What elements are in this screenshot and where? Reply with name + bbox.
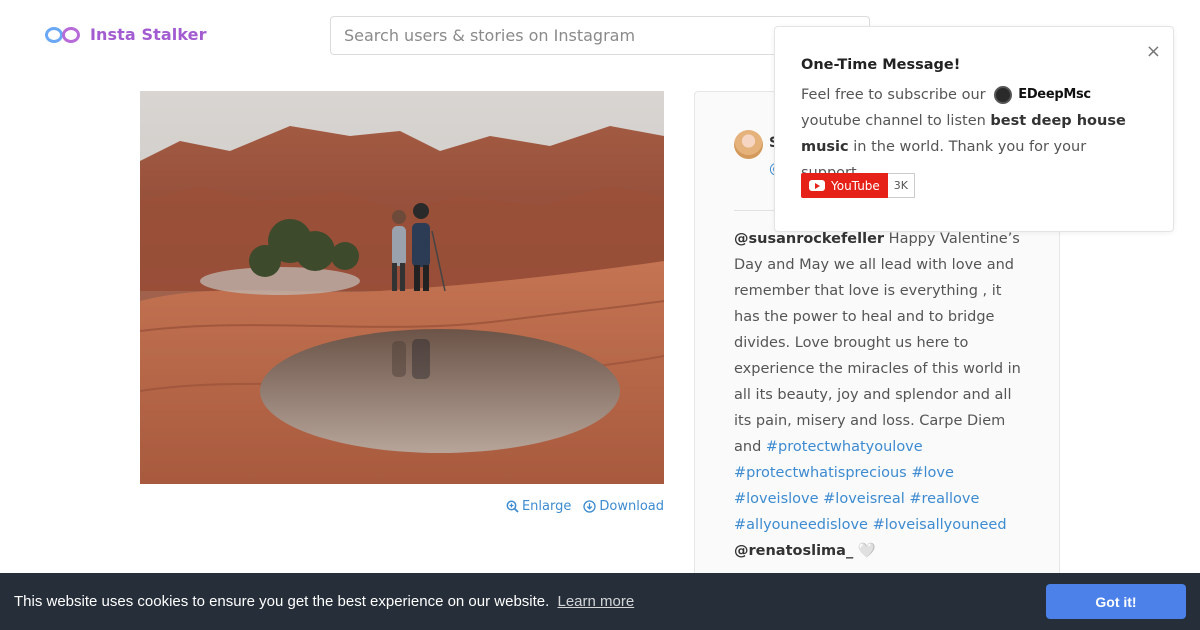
cookie-accept-button[interactable]: Got it! — [1046, 584, 1186, 619]
hashtag[interactable]: #allyouneedislove — [734, 517, 868, 533]
youtube-play-icon — [809, 180, 825, 191]
channel-name: EDeepMsc — [1018, 87, 1091, 102]
enlarge-button[interactable]: Enlarge — [506, 499, 571, 514]
hashtag[interactable]: #protectwhatisprecious — [734, 465, 907, 481]
learn-more-link[interactable]: Learn more — [557, 593, 634, 610]
hashtag[interactable]: #loveislove — [734, 491, 819, 507]
subscriber-count: 3K — [887, 173, 916, 198]
logo-rings-icon — [44, 22, 82, 46]
download-icon — [583, 500, 597, 513]
popup-body: Feel free to subscribe our EDeepMsc yout… — [801, 82, 1151, 186]
youtube-label: YouTube — [831, 178, 880, 193]
one-time-message-popup: × One-Time Message! Feel free to subscri… — [774, 26, 1174, 232]
canyon-photo-illustration — [140, 91, 664, 484]
cookie-message: This website uses cookies to ensure you … — [14, 593, 634, 610]
popup-text-suffix: youtube channel to listen — [801, 113, 986, 129]
channel-link[interactable]: EDeepMsc — [994, 82, 1091, 108]
photo-actions: Enlarge Download — [506, 499, 664, 514]
site-logo[interactable]: Insta Stalker — [44, 22, 207, 46]
enlarge-label: Enlarge — [521, 499, 572, 514]
youtube-subscribe-button[interactable]: YouTube — [801, 173, 888, 198]
comment-username[interactable]: @renatoslima_ — [734, 543, 853, 559]
close-icon[interactable]: × — [1146, 43, 1161, 61]
download-label: Download — [599, 499, 664, 514]
hashtag[interactable]: #love — [911, 465, 954, 481]
hashtag[interactable]: #loveisallyouneed — [873, 517, 1007, 533]
post-photo[interactable] — [140, 91, 664, 484]
caption-text: Happy Valentine’s Day and May we all lea… — [734, 231, 1021, 455]
avatar[interactable] — [734, 130, 763, 159]
hashtag[interactable]: #loveisreal — [823, 491, 905, 507]
post-caption: @susanrockefeller Happy Valentine’s Day … — [734, 226, 1024, 564]
cookie-text: This website uses cookies to ensure you … — [14, 593, 550, 610]
zoom-in-icon — [506, 500, 519, 513]
caption-username[interactable]: @susanrockefeller — [734, 231, 884, 247]
comment-text: 🤍 — [853, 543, 876, 559]
youtube-subscribe-widget: YouTube 3K — [801, 173, 916, 198]
popup-text-prefix: Feel free to subscribe our — [801, 87, 986, 103]
logo-text: Insta Stalker — [90, 24, 207, 44]
hashtag[interactable]: #protectwhatyoulove — [766, 439, 923, 455]
channel-logo-icon — [994, 86, 1013, 104]
popup-title: One-Time Message! — [801, 57, 961, 73]
download-button[interactable]: Download — [583, 499, 664, 514]
hashtag[interactable]: #reallove — [909, 491, 979, 507]
cookie-consent-bar: This website uses cookies to ensure you … — [0, 573, 1200, 630]
